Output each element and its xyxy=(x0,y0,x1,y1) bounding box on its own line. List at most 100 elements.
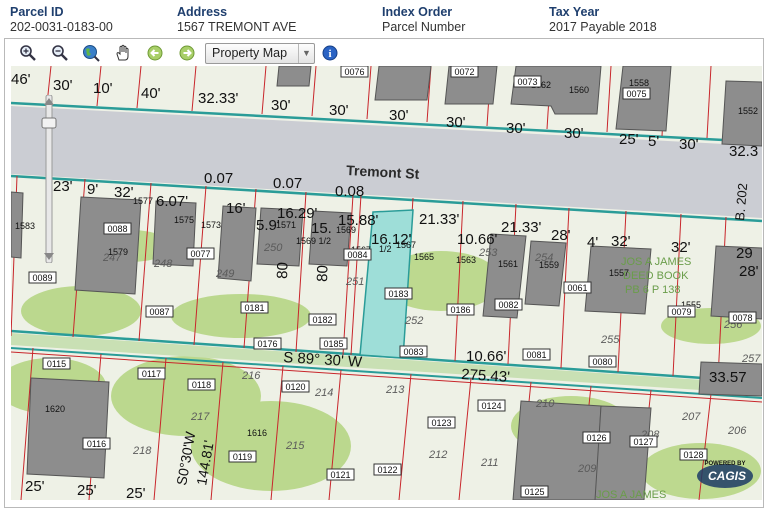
dimension-label: 30' xyxy=(679,136,699,153)
logo-powered-text: POWERED BY xyxy=(704,461,745,467)
house-number: 1616 xyxy=(247,428,267,438)
parcel-box-label: 0127 xyxy=(633,437,653,447)
dimension-label: 29 xyxy=(736,245,753,262)
parcel-box-label: 0182 xyxy=(312,315,332,325)
zoom-slider[interactable] xyxy=(41,95,57,263)
house-number: 1558 xyxy=(629,78,649,88)
house-number: 1552 xyxy=(738,106,758,116)
zoom-slider-handle[interactable] xyxy=(41,117,57,129)
parcel-box-label: 0124 xyxy=(481,401,501,411)
dimension-label: 46' xyxy=(11,71,31,88)
parcel-box-label: 0176 xyxy=(257,339,277,349)
dimension-label: 21.33' xyxy=(501,219,542,236)
index-order-field: Index Order Parcel Number xyxy=(382,5,465,34)
zoom-in-icon[interactable] xyxy=(19,44,37,62)
house-number: 1571 xyxy=(276,220,296,230)
globe-icon[interactable] xyxy=(82,44,100,62)
svg-text:i: i xyxy=(328,48,331,60)
cagis-logo: POWERED BY CAGIS xyxy=(697,461,753,488)
property-map[interactable]: Tremont St S 89° 30' W 275.43' S0°30'W 1… xyxy=(11,66,762,500)
lot-number: 249 xyxy=(215,268,234,280)
tax-year-field: Tax Year 2017 Payable 2018 xyxy=(549,5,657,34)
dimension-label: 16' xyxy=(226,200,246,217)
dimension-label: 15. xyxy=(311,220,332,237)
dimension-label: 30' xyxy=(564,125,584,142)
house-number: 1561 xyxy=(498,259,518,269)
lot-number: 214 xyxy=(314,387,333,399)
parcel-box-label: 0061 xyxy=(567,283,587,293)
tax-year-label: Tax Year xyxy=(549,5,600,19)
house-number: 1563 xyxy=(456,255,476,265)
info-icon[interactable]: i xyxy=(321,44,339,62)
parcel-info-header: Parcel ID 202-0031-0183-00 Address 1567 … xyxy=(0,0,768,38)
dimension-label: 0.07 xyxy=(204,170,233,187)
dimension-label: 30' xyxy=(329,102,349,119)
dimension-label: 33.57 xyxy=(709,369,747,386)
parcel-id-label: Parcel ID xyxy=(10,5,64,19)
dimension-label: 6.07' xyxy=(156,193,188,210)
house-number: 1573 xyxy=(201,220,221,230)
dimension-label: 30' xyxy=(506,120,526,137)
parcel-box-label: 0080 xyxy=(592,357,612,367)
parcel-id-value: 202-0031-0183-00 xyxy=(10,20,113,34)
index-order-label: Index Order xyxy=(382,5,453,19)
lot-number: 209 xyxy=(577,463,596,475)
dimension-label: 0.08 xyxy=(335,183,364,200)
parcel-box-label: 0119 xyxy=(233,452,252,462)
map-type-select[interactable]: Property Map ▼ xyxy=(205,43,315,64)
house-number: 1620 xyxy=(45,404,65,414)
parcel-box-label: 0088 xyxy=(107,224,127,234)
dimension-label: 4' xyxy=(587,234,598,251)
pan-hand-icon[interactable] xyxy=(114,44,132,62)
length-label: 275.43' xyxy=(461,366,511,386)
parcel-box-label: 0128 xyxy=(683,450,703,460)
dimension-label: 32.33' xyxy=(198,90,239,107)
dimension-label: 5' xyxy=(648,133,659,150)
lot-number: 206 xyxy=(727,425,747,437)
lot-number: 248 xyxy=(153,258,173,270)
dimension-label: 25' xyxy=(619,131,639,148)
lot-number: 255 xyxy=(600,334,620,346)
parcel-box-label: 0181 xyxy=(244,303,264,313)
parcel-box-label: 0122 xyxy=(377,465,397,475)
lot-number: 210 xyxy=(535,398,555,410)
parcel-box-label: 0079 xyxy=(671,307,691,317)
dimension-label: 32.3 xyxy=(729,143,758,160)
forward-arrow-icon[interactable] xyxy=(178,44,196,62)
lot-number: 253 xyxy=(478,247,498,259)
parcel-box-label: 0120 xyxy=(285,382,305,392)
dimension-label: 21.33' xyxy=(419,211,460,228)
back-arrow-icon[interactable] xyxy=(146,44,164,62)
zoom-out-icon[interactable] xyxy=(51,44,69,62)
lot-number: 257 xyxy=(741,353,761,365)
lot-number: 217 xyxy=(190,411,210,423)
lot-number: 250 xyxy=(263,242,283,254)
house-number: 1557 xyxy=(609,268,629,278)
logo-name-text: CAGIS xyxy=(708,469,746,483)
parcel-id-field: Parcel ID 202-0031-0183-00 xyxy=(10,5,113,34)
dimension-label: 10' xyxy=(93,80,113,97)
parcel-box-label: 0185 xyxy=(323,339,343,349)
dimension-label: 30' xyxy=(389,107,409,124)
house-number: 1569 xyxy=(336,225,356,235)
parcel-box-label: 0087 xyxy=(149,307,169,317)
map-toolbar: i xyxy=(5,39,763,66)
lot-number: 254 xyxy=(534,252,553,264)
parcel-box-label: 0115 xyxy=(47,359,66,369)
parcel-box-label: 0077 xyxy=(190,249,210,259)
parcel-box-label: 0089 xyxy=(32,273,52,283)
house-number: 1569 1/2 xyxy=(296,236,331,246)
parcel-box-label: 0121 xyxy=(330,470,350,480)
lot-number: 215 xyxy=(285,440,305,452)
parcel-box-label: 0078 xyxy=(732,313,752,323)
address-value: 1567 TREMONT AVE xyxy=(177,20,297,34)
dimension-label: 9' xyxy=(87,181,98,198)
parcel-box-label: 0117 xyxy=(142,369,161,379)
house-number: 1560 xyxy=(569,85,589,95)
dimension-label: 32' xyxy=(671,239,691,256)
dimension-label: 10.66' xyxy=(466,348,507,365)
lot-number: 247 xyxy=(102,252,122,264)
dimension-label: 25' xyxy=(25,478,45,495)
dimension-label: 0.07 xyxy=(273,175,302,192)
dimension-label: 32' xyxy=(611,233,631,250)
